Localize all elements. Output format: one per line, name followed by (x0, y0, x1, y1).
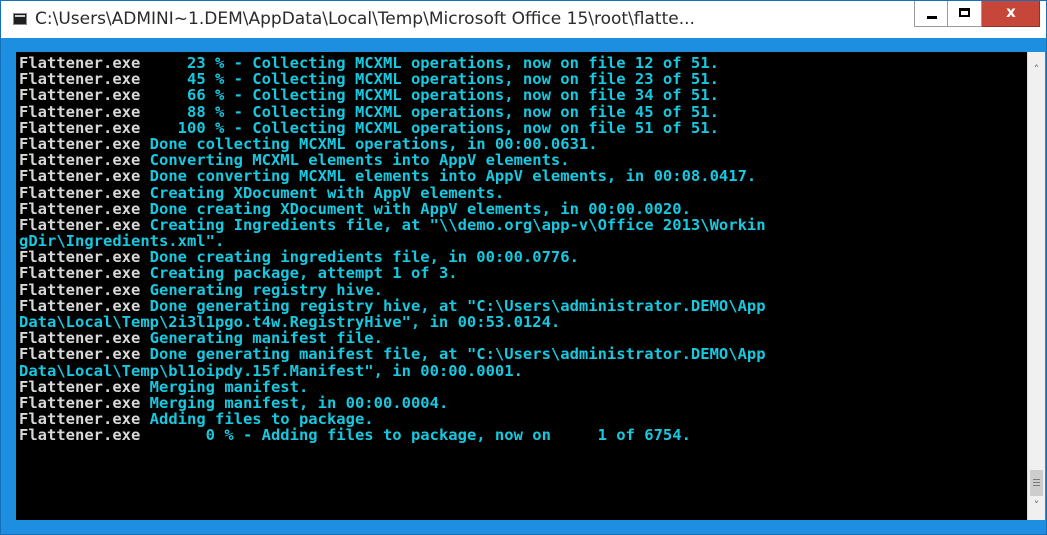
console-line: Flattener.exe Creating package, attempt … (19, 265, 766, 281)
console-line: Flattener.exe Adding files to package. (19, 411, 766, 427)
console-line: Flattener.exe 45 % - Collecting MCXML op… (19, 71, 766, 87)
maximize-icon (959, 8, 970, 17)
console-line: Flattener.exe Done converting MCXML elem… (19, 168, 766, 184)
log-message: 0 % - Adding files to package, now on 1 … (140, 426, 691, 445)
window-title: C:\Users\ADMINI~1.DEM\AppData\Local\Temp… (35, 9, 695, 29)
close-icon: x (1006, 3, 1016, 21)
console-line: Flattener.exe Done collecting MCXML oper… (19, 136, 766, 152)
console-output[interactable]: Flattener.exe 23 % - Collecting MCXML op… (16, 52, 1027, 520)
console-line: gDir\Ingredients.xml". (19, 233, 766, 249)
console-line: Data\Local\Temp\bl1oipdy.15f.Manifest", … (19, 362, 766, 379)
maximize-button[interactable] (948, 1, 982, 27)
console-line: Flattener.exe Done generating registry h… (19, 298, 766, 314)
console-line: Flattener.exe 0 % - Adding files to pack… (19, 427, 766, 443)
console-line: Flattener.exe 66 % - Collecting MCXML op… (19, 87, 766, 103)
console-lines: Flattener.exe 23 % - Collecting MCXML op… (19, 55, 766, 444)
minimize-icon (927, 16, 937, 19)
title-bar[interactable]: C:\Users\ADMINI~1.DEM\AppData\Local\Temp… (1, 1, 1046, 38)
grip-icon (1033, 479, 1040, 480)
console-line: Flattener.exe 88 % - Collecting MCXML op… (19, 103, 766, 120)
scrollbar-thumb[interactable] (1030, 470, 1043, 496)
window-controls: x (914, 1, 1040, 27)
console-line: Flattener.exe Done creating ingredients … (19, 249, 766, 265)
vertical-scrollbar[interactable]: ˄ ˅ (1027, 52, 1045, 520)
console-line: Flattener.exe Merging manifest, in 00:00… (19, 395, 766, 411)
console-line: Data\Local\Temp\2i3l1pgo.t4w.RegistryHiv… (19, 314, 766, 330)
console-line: Flattener.exe 100 % - Collecting MCXML o… (19, 120, 766, 136)
log-message: Creating Ingredients file, at "\\demo.or… (140, 215, 766, 234)
console-line: Flattener.exe Converting MCXML elements … (19, 152, 766, 168)
console-app-icon[interactable] (13, 13, 27, 25)
console-line: Flattener.exe Creating Ingredients file,… (19, 217, 766, 233)
console-line: Flattener.exe Generating registry hive. (19, 282, 766, 298)
console-line: Flattener.exe Merging manifest. (19, 379, 766, 395)
console-line: Flattener.exe Done creating XDocument wi… (19, 201, 766, 217)
console-line: Flattener.exe Creating XDocument with Ap… (19, 184, 766, 201)
console-line: Flattener.exe 23 % - Collecting MCXML op… (19, 55, 766, 71)
minimize-button[interactable] (914, 1, 948, 27)
console-line: Flattener.exe Generating manifest file. (19, 330, 766, 346)
console-line: Flattener.exe Done generating manifest f… (19, 346, 766, 362)
process-name: Flattener.exe (19, 426, 141, 445)
chevron-up-icon[interactable]: ˄ (1028, 61, 1045, 78)
chevron-down-icon[interactable]: ˅ (1028, 497, 1045, 514)
close-button[interactable]: x (982, 1, 1040, 27)
console-window: C:\Users\ADMINI~1.DEM\AppData\Local\Temp… (0, 0, 1047, 535)
